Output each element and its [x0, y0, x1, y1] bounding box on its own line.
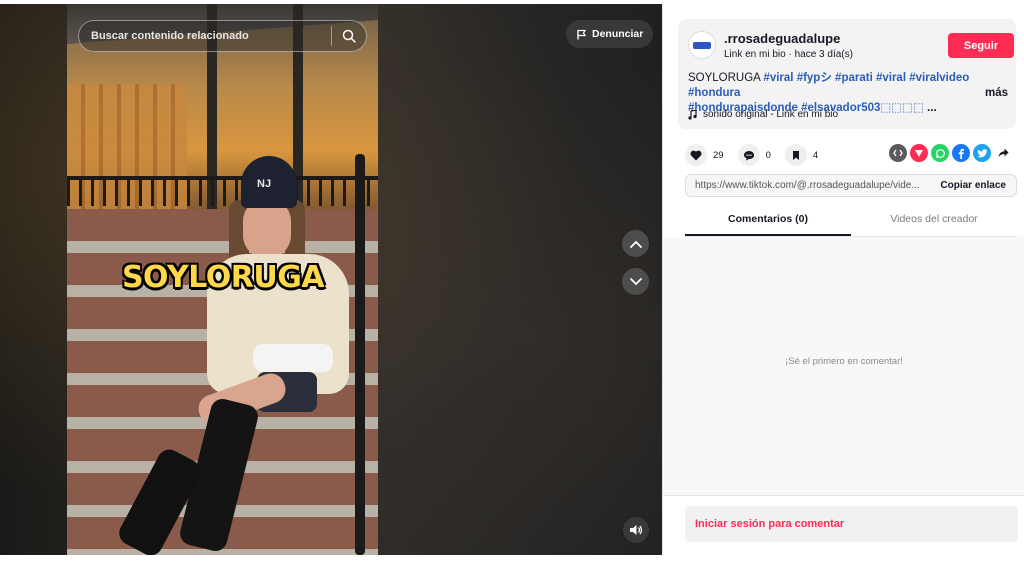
related-search-bar[interactable]: Buscar contenido relacionado [78, 20, 367, 52]
share-link-url[interactable]: https://www.tiktok.com/@.rrosadeguadalup… [686, 180, 930, 191]
comment-footer: Iniciar sesión para comentar [663, 495, 1024, 555]
person-bag [253, 344, 333, 372]
facebook-icon [958, 148, 964, 159]
hashtag[interactable]: #parati [835, 72, 873, 84]
next-video-button[interactable] [622, 268, 649, 295]
send-to-friend-button[interactable] [910, 144, 928, 162]
person-hat: NJ [241, 156, 297, 208]
video-player[interactable]: NJ SOYLORUGA [67, 4, 378, 555]
previous-video-button[interactable] [622, 230, 649, 257]
video-stage: NJ SOYLORUGA Buscar contenido relacionad… [0, 4, 662, 555]
heart-icon [690, 150, 702, 160]
author-subline: Link en mi bio · hace 3 día(s) [724, 49, 853, 60]
description-ellipsis: ... [923, 102, 937, 114]
more-button[interactable]: más [985, 87, 1008, 99]
description-text: SOYLORUGA [688, 72, 764, 84]
more-share-button[interactable] [994, 144, 1012, 162]
engagement-bar: 29 0 4 [685, 144, 832, 166]
follow-button[interactable]: Seguir [948, 33, 1014, 58]
twitter-icon [976, 148, 987, 157]
video-overlay-text: SOYLORUGA [121, 260, 325, 295]
volume-button[interactable] [623, 517, 649, 543]
video-railing [67, 176, 378, 206]
twitter-button[interactable] [973, 144, 991, 162]
share-icons [889, 144, 1012, 162]
sound-link[interactable]: sonido original - Link en mi bio [688, 109, 838, 120]
search-button[interactable] [332, 21, 366, 51]
tab-comments[interactable]: Comentarios (0) [685, 210, 851, 236]
chevron-up-icon [629, 240, 642, 248]
video-handrail [355, 154, 365, 555]
copy-link-button[interactable]: Copiar enlace [930, 180, 1016, 191]
avatar[interactable] [688, 31, 716, 59]
hashtag[interactable]: #fypシ [797, 72, 832, 84]
comment-tabs: Comentarios (0) Videos del creador [685, 210, 1017, 237]
whatsapp-icon [935, 148, 945, 158]
report-button[interactable]: Denunciar [566, 20, 654, 48]
sound-label: sonido original - Link en mi bio [703, 109, 839, 120]
person-face [243, 199, 291, 259]
author-username[interactable]: .rrosadeguadalupe [724, 31, 840, 46]
save-count: 4 [812, 149, 819, 161]
comment-button[interactable] [737, 144, 760, 166]
avatar-image [693, 41, 711, 49]
comments-list: ¡Sé el primero en comentar! [663, 237, 1024, 495]
empty-comments-message: ¡Sé el primero en comentar! [785, 356, 903, 367]
send-icon [915, 150, 923, 157]
search-input[interactable]: Buscar contenido relacionado [91, 30, 331, 42]
video-info-card: .rrosadeguadalupe Link en mi bio · hace … [678, 19, 1016, 129]
like-button[interactable] [685, 144, 707, 166]
share-arrow-icon [998, 148, 1008, 158]
whatsapp-button[interactable] [931, 144, 949, 162]
bookmark-icon [792, 150, 799, 160]
share-link-box: https://www.tiktok.com/@.rrosadeguadalup… [685, 174, 1017, 197]
like-count: 29 [713, 149, 724, 161]
facebook-button[interactable] [952, 144, 970, 162]
tab-creator-videos[interactable]: Videos del creador [851, 210, 1017, 236]
chevron-down-icon [629, 277, 642, 285]
embed-button[interactable] [889, 144, 907, 162]
save-button[interactable] [784, 144, 807, 166]
hashtag[interactable]: #viralvideo [909, 72, 969, 84]
report-label: Denunciar [592, 28, 644, 40]
login-to-comment-button[interactable]: Iniciar sesión para comentar [685, 506, 1018, 542]
hashtag[interactable]: #viral [763, 72, 793, 84]
search-icon [342, 29, 356, 43]
hashtag[interactable]: #viral [876, 72, 906, 84]
hashtag[interactable]: #hondura [688, 87, 740, 99]
embed-icon [893, 149, 903, 157]
flag-icon [577, 29, 587, 39]
comment-icon [743, 150, 754, 160]
volume-icon [630, 525, 643, 535]
comment-count: 0 [765, 149, 771, 161]
hat-logo: NJ [257, 178, 272, 190]
details-panel: .rrosadeguadalupe Link en mi bio · hace … [662, 4, 1024, 555]
music-note-icon [688, 109, 697, 120]
